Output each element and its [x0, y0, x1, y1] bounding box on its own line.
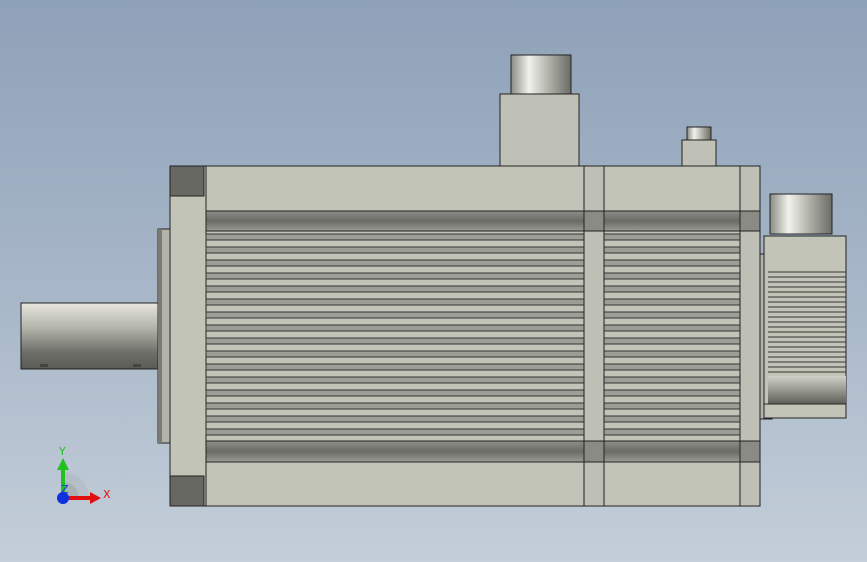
- cooling-fin: [603, 259, 741, 267]
- cooling-fin: [205, 389, 585, 397]
- cooling-fin: [205, 428, 585, 436]
- cooling-fin: [205, 272, 585, 280]
- motor-shaft: [20, 302, 162, 370]
- cooling-fin: [205, 233, 585, 241]
- coordinate-triad: Y X Z: [57, 445, 111, 504]
- cooling-fin: [603, 272, 741, 280]
- cooling-fin: [205, 350, 585, 358]
- y-axis-label: Y: [58, 445, 66, 458]
- cooling-fin: [603, 428, 741, 436]
- z-axis-label: Z: [61, 483, 69, 496]
- cooling-fin: [603, 324, 741, 332]
- cooling-fin: [603, 311, 741, 319]
- brake-connector: [681, 126, 717, 167]
- cooling-fin: [205, 285, 585, 293]
- cooling-fin: [205, 363, 585, 371]
- front-flange: [169, 165, 207, 507]
- cooling-fin: [603, 285, 741, 293]
- power-connector: [499, 54, 580, 167]
- x-axis-label: X: [103, 488, 111, 501]
- cooling-fin: [603, 389, 741, 397]
- cooling-fin: [603, 246, 741, 254]
- motor-housing: [205, 165, 761, 507]
- cooling-fin: [603, 415, 741, 423]
- cooling-fin: [205, 324, 585, 332]
- cooling-fin: [205, 311, 585, 319]
- flange-pilot: [157, 228, 171, 444]
- encoder-housing: [759, 193, 847, 420]
- cooling-fin: [603, 363, 741, 371]
- cooling-fin: [205, 415, 585, 423]
- cad-viewport[interactable]: Y X Z: [0, 0, 867, 562]
- cooling-fin: [603, 350, 741, 358]
- cooling-fin: [205, 402, 585, 410]
- cooling-fin: [205, 259, 585, 267]
- cooling-fin: [603, 233, 741, 241]
- cooling-fin: [603, 376, 741, 384]
- cooling-fin: [205, 298, 585, 306]
- cooling-fin: [603, 337, 741, 345]
- cooling-fin: [205, 376, 585, 384]
- cooling-fin: [603, 298, 741, 306]
- cooling-fin: [205, 246, 585, 254]
- cooling-fin: [603, 402, 741, 410]
- cooling-fin: [205, 337, 585, 345]
